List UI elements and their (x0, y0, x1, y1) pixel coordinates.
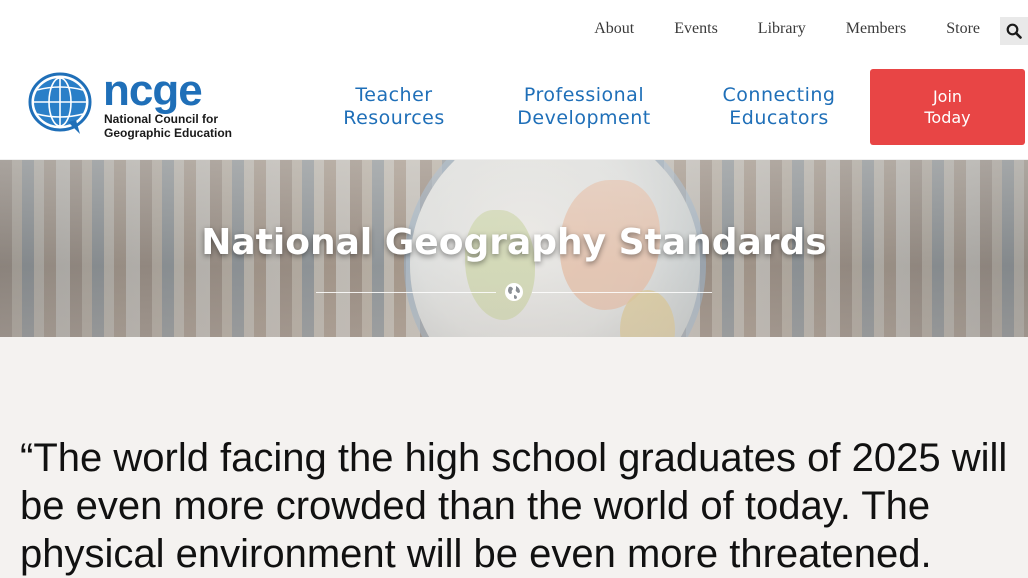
nav-item-line: Connecting (722, 84, 836, 106)
page-title: National Geography Standards (201, 222, 827, 263)
nav-teacher-resources[interactable]: Teacher Resources (318, 84, 470, 130)
title-divider-left (316, 292, 496, 293)
nav-library-link[interactable]: Library (758, 20, 806, 38)
globe-logo-icon (28, 72, 92, 134)
nav-item-line: Professional (523, 84, 645, 106)
logo-subtitle: National Council for Geographic Educatio… (104, 112, 233, 140)
search-icon (1006, 23, 1022, 39)
join-label-line: Join (932, 87, 963, 106)
nav-events-link[interactable]: Events (674, 20, 718, 38)
search-button[interactable] (1000, 17, 1028, 45)
join-today-button[interactable]: Join Today (870, 69, 1025, 145)
nav-item-line: Resources (343, 107, 445, 129)
nav-members-link[interactable]: Members (846, 20, 906, 38)
nav-item-line: Development (517, 107, 651, 129)
site-logo[interactable]: ncge National Council for Geographic Edu… (28, 66, 238, 142)
nav-about-link[interactable]: About (594, 20, 634, 38)
logo-wordmark: ncge (103, 66, 203, 115)
nav-store-link[interactable]: Store (946, 20, 980, 38)
top-utility-bar: About Events Library Members Store (0, 0, 1028, 58)
hero-banner: National Geography Standards (0, 160, 1028, 337)
intro-quote: “The world facing the high school gradua… (20, 436, 1008, 576)
title-divider-right (532, 292, 712, 293)
main-header: ncge National Council for Geographic Edu… (0, 58, 1028, 160)
nav-item-line: Teacher (355, 84, 433, 106)
join-label-line: Today (924, 108, 971, 127)
nav-professional-development[interactable]: Professional Development (500, 84, 668, 130)
nav-item-line: Educators (729, 107, 829, 129)
globe-icon (505, 283, 523, 301)
utility-nav: About Events Library Members Store (554, 0, 980, 58)
nav-connecting-educators[interactable]: Connecting Educators (704, 84, 854, 130)
